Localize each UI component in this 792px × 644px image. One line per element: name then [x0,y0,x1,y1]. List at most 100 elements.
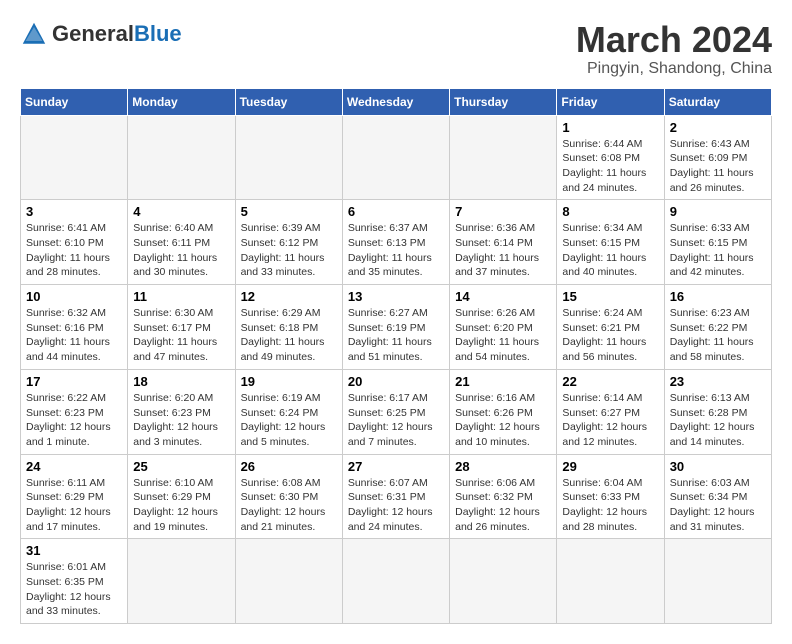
calendar-cell: 19 Sunrise: 6:19 AMSunset: 6:24 PMDaylig… [235,369,342,454]
day-number: 9 [670,204,766,219]
day-info: Sunrise: 6:17 AMSunset: 6:25 PMDaylight:… [348,391,444,450]
day-info: Sunrise: 6:24 AMSunset: 6:21 PMDaylight:… [562,306,658,365]
day-number: 21 [455,374,551,389]
month-title: March 2024 [576,20,772,60]
day-number: 24 [26,459,122,474]
day-number: 19 [241,374,337,389]
header-saturday: Saturday [664,88,771,115]
logo: GeneralBlue [20,20,182,48]
day-info: Sunrise: 6:44 AMSunset: 6:08 PMDaylight:… [562,137,658,196]
day-number: 25 [133,459,229,474]
calendar-cell: 6 Sunrise: 6:37 AMSunset: 6:13 PMDayligh… [342,200,449,285]
day-number: 20 [348,374,444,389]
day-number: 18 [133,374,229,389]
calendar-cell: 16 Sunrise: 6:23 AMSunset: 6:22 PMDaylig… [664,285,771,370]
day-number: 1 [562,120,658,135]
calendar-cell: 14 Sunrise: 6:26 AMSunset: 6:20 PMDaylig… [450,285,557,370]
day-number: 10 [26,289,122,304]
day-info: Sunrise: 6:30 AMSunset: 6:17 PMDaylight:… [133,306,229,365]
calendar-cell: 11 Sunrise: 6:30 AMSunset: 6:17 PMDaylig… [128,285,235,370]
calendar-cell: 31 Sunrise: 6:01 AMSunset: 6:35 PMDaylig… [21,539,128,624]
day-number: 15 [562,289,658,304]
calendar-cell: 10 Sunrise: 6:32 AMSunset: 6:16 PMDaylig… [21,285,128,370]
calendar-cell: 3 Sunrise: 6:41 AMSunset: 6:10 PMDayligh… [21,200,128,285]
logo-text: GeneralBlue [52,23,182,45]
calendar-cell [557,539,664,624]
day-number: 27 [348,459,444,474]
day-info: Sunrise: 6:33 AMSunset: 6:15 PMDaylight:… [670,221,766,280]
day-number: 3 [26,204,122,219]
calendar-cell [450,115,557,200]
day-info: Sunrise: 6:13 AMSunset: 6:28 PMDaylight:… [670,391,766,450]
day-info: Sunrise: 6:20 AMSunset: 6:23 PMDaylight:… [133,391,229,450]
calendar-cell [342,115,449,200]
calendar-cell: 30 Sunrise: 6:03 AMSunset: 6:34 PMDaylig… [664,454,771,539]
calendar-cell: 18 Sunrise: 6:20 AMSunset: 6:23 PMDaylig… [128,369,235,454]
calendar-cell: 28 Sunrise: 6:06 AMSunset: 6:32 PMDaylig… [450,454,557,539]
day-info: Sunrise: 6:34 AMSunset: 6:15 PMDaylight:… [562,221,658,280]
calendar-cell: 1 Sunrise: 6:44 AMSunset: 6:08 PMDayligh… [557,115,664,200]
calendar-cell: 2 Sunrise: 6:43 AMSunset: 6:09 PMDayligh… [664,115,771,200]
day-info: Sunrise: 6:07 AMSunset: 6:31 PMDaylight:… [348,476,444,535]
day-info: Sunrise: 6:10 AMSunset: 6:29 PMDaylight:… [133,476,229,535]
calendar-cell: 20 Sunrise: 6:17 AMSunset: 6:25 PMDaylig… [342,369,449,454]
header-sunday: Sunday [21,88,128,115]
day-info: Sunrise: 6:39 AMSunset: 6:12 PMDaylight:… [241,221,337,280]
calendar-header-row: Sunday Monday Tuesday Wednesday Thursday… [21,88,772,115]
day-info: Sunrise: 6:40 AMSunset: 6:11 PMDaylight:… [133,221,229,280]
calendar-cell [664,539,771,624]
day-number: 28 [455,459,551,474]
day-number: 7 [455,204,551,219]
calendar-cell: 12 Sunrise: 6:29 AMSunset: 6:18 PMDaylig… [235,285,342,370]
calendar-cell: 15 Sunrise: 6:24 AMSunset: 6:21 PMDaylig… [557,285,664,370]
calendar-cell [21,115,128,200]
day-number: 6 [348,204,444,219]
logo-icon [20,20,48,48]
day-number: 8 [562,204,658,219]
day-info: Sunrise: 6:27 AMSunset: 6:19 PMDaylight:… [348,306,444,365]
calendar-cell: 25 Sunrise: 6:10 AMSunset: 6:29 PMDaylig… [128,454,235,539]
calendar-cell: 9 Sunrise: 6:33 AMSunset: 6:15 PMDayligh… [664,200,771,285]
calendar-cell: 4 Sunrise: 6:40 AMSunset: 6:11 PMDayligh… [128,200,235,285]
day-info: Sunrise: 6:37 AMSunset: 6:13 PMDaylight:… [348,221,444,280]
calendar-cell: 26 Sunrise: 6:08 AMSunset: 6:30 PMDaylig… [235,454,342,539]
calendar-cell: 24 Sunrise: 6:11 AMSunset: 6:29 PMDaylig… [21,454,128,539]
header-wednesday: Wednesday [342,88,449,115]
header-friday: Friday [557,88,664,115]
header-thursday: Thursday [450,88,557,115]
calendar-cell: 27 Sunrise: 6:07 AMSunset: 6:31 PMDaylig… [342,454,449,539]
day-info: Sunrise: 6:03 AMSunset: 6:34 PMDaylight:… [670,476,766,535]
day-info: Sunrise: 6:11 AMSunset: 6:29 PMDaylight:… [26,476,122,535]
day-info: Sunrise: 6:16 AMSunset: 6:26 PMDaylight:… [455,391,551,450]
day-number: 22 [562,374,658,389]
day-info: Sunrise: 6:06 AMSunset: 6:32 PMDaylight:… [455,476,551,535]
day-info: Sunrise: 6:22 AMSunset: 6:23 PMDaylight:… [26,391,122,450]
day-number: 12 [241,289,337,304]
day-number: 30 [670,459,766,474]
day-number: 5 [241,204,337,219]
day-number: 31 [26,543,122,558]
day-number: 4 [133,204,229,219]
header-monday: Monday [128,88,235,115]
day-number: 23 [670,374,766,389]
calendar-cell [128,115,235,200]
day-info: Sunrise: 6:23 AMSunset: 6:22 PMDaylight:… [670,306,766,365]
day-info: Sunrise: 6:32 AMSunset: 6:16 PMDaylight:… [26,306,122,365]
calendar-cell: 29 Sunrise: 6:04 AMSunset: 6:33 PMDaylig… [557,454,664,539]
calendar-cell: 21 Sunrise: 6:16 AMSunset: 6:26 PMDaylig… [450,369,557,454]
calendar-table: Sunday Monday Tuesday Wednesday Thursday… [20,88,772,625]
day-info: Sunrise: 6:29 AMSunset: 6:18 PMDaylight:… [241,306,337,365]
calendar-cell: 22 Sunrise: 6:14 AMSunset: 6:27 PMDaylig… [557,369,664,454]
calendar-cell [450,539,557,624]
calendar-cell: 8 Sunrise: 6:34 AMSunset: 6:15 PMDayligh… [557,200,664,285]
day-info: Sunrise: 6:19 AMSunset: 6:24 PMDaylight:… [241,391,337,450]
day-info: Sunrise: 6:14 AMSunset: 6:27 PMDaylight:… [562,391,658,450]
calendar-cell: 13 Sunrise: 6:27 AMSunset: 6:19 PMDaylig… [342,285,449,370]
title-section: March 2024 Pingyin, Shandong, China [576,20,772,78]
calendar-cell [128,539,235,624]
day-number: 11 [133,289,229,304]
day-info: Sunrise: 6:01 AMSunset: 6:35 PMDaylight:… [26,560,122,619]
day-number: 14 [455,289,551,304]
day-number: 29 [562,459,658,474]
day-info: Sunrise: 6:04 AMSunset: 6:33 PMDaylight:… [562,476,658,535]
